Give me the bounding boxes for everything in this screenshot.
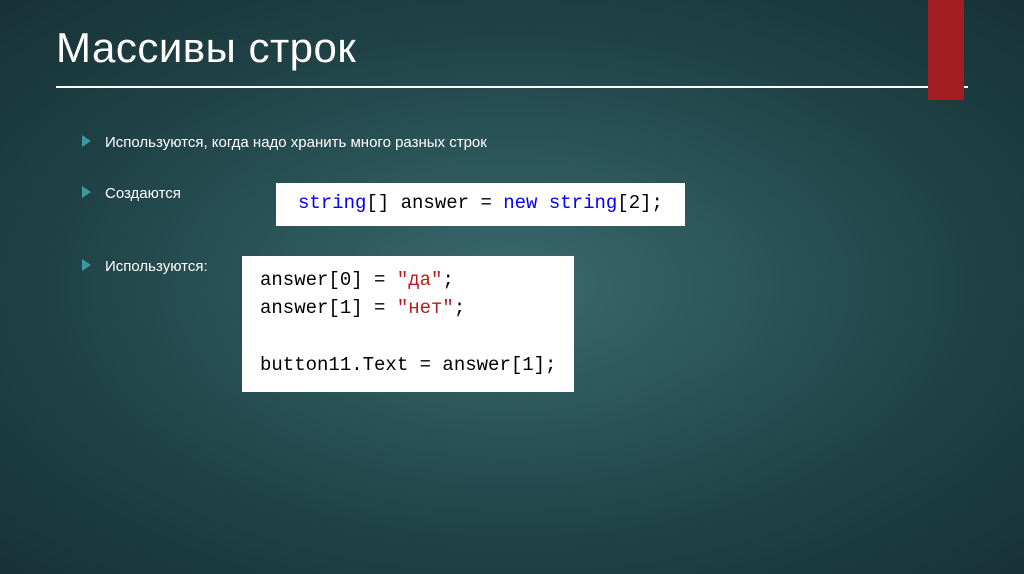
code-token: [2]; bbox=[617, 192, 663, 214]
code-token: ; bbox=[454, 297, 465, 319]
code-token: string bbox=[298, 192, 366, 214]
bullet-list: Используются, когда надо хранить много р… bbox=[82, 132, 968, 392]
code-snippet-declaration: string[] answer = new string[2]; bbox=[276, 183, 685, 226]
bullet-text-1: Используются, когда надо хранить много р… bbox=[105, 132, 487, 153]
code-token: string bbox=[549, 192, 617, 214]
bullet-item-2: Создаются bbox=[82, 183, 236, 204]
code-token: answer[0] = bbox=[260, 269, 397, 291]
title-underline bbox=[56, 86, 968, 88]
code-token: button11.Text = answer[1]; bbox=[260, 354, 556, 376]
code-token bbox=[537, 192, 548, 214]
code-token: answer[1] = bbox=[260, 297, 397, 319]
arrow-right-icon bbox=[82, 186, 91, 198]
code-token: [] answer = bbox=[366, 192, 503, 214]
arrow-right-icon bbox=[82, 259, 91, 271]
bullet-row-2: Создаются string[] answer = new string[2… bbox=[82, 183, 968, 226]
code-token: new bbox=[503, 192, 537, 214]
code-token: "нет" bbox=[397, 297, 454, 319]
slide-title: Массивы строк bbox=[56, 24, 968, 72]
arrow-right-icon bbox=[82, 135, 91, 147]
code-token: "да" bbox=[397, 269, 443, 291]
bullet-item-3: Используются: bbox=[82, 256, 236, 277]
bullet-text-3: Используются: bbox=[105, 256, 208, 277]
bullet-row-3: Используются: answer[0] = "да"; answer[1… bbox=[82, 256, 968, 392]
code-snippet-usage: answer[0] = "да"; answer[1] = "нет"; but… bbox=[242, 256, 574, 392]
bullet-item-1: Используются, когда надо хранить много р… bbox=[82, 132, 968, 153]
slide-content: Массивы строк Используются, когда надо х… bbox=[0, 0, 1024, 392]
code-token: ; bbox=[442, 269, 453, 291]
accent-bar bbox=[928, 0, 964, 100]
bullet-text-2: Создаются bbox=[105, 183, 181, 204]
